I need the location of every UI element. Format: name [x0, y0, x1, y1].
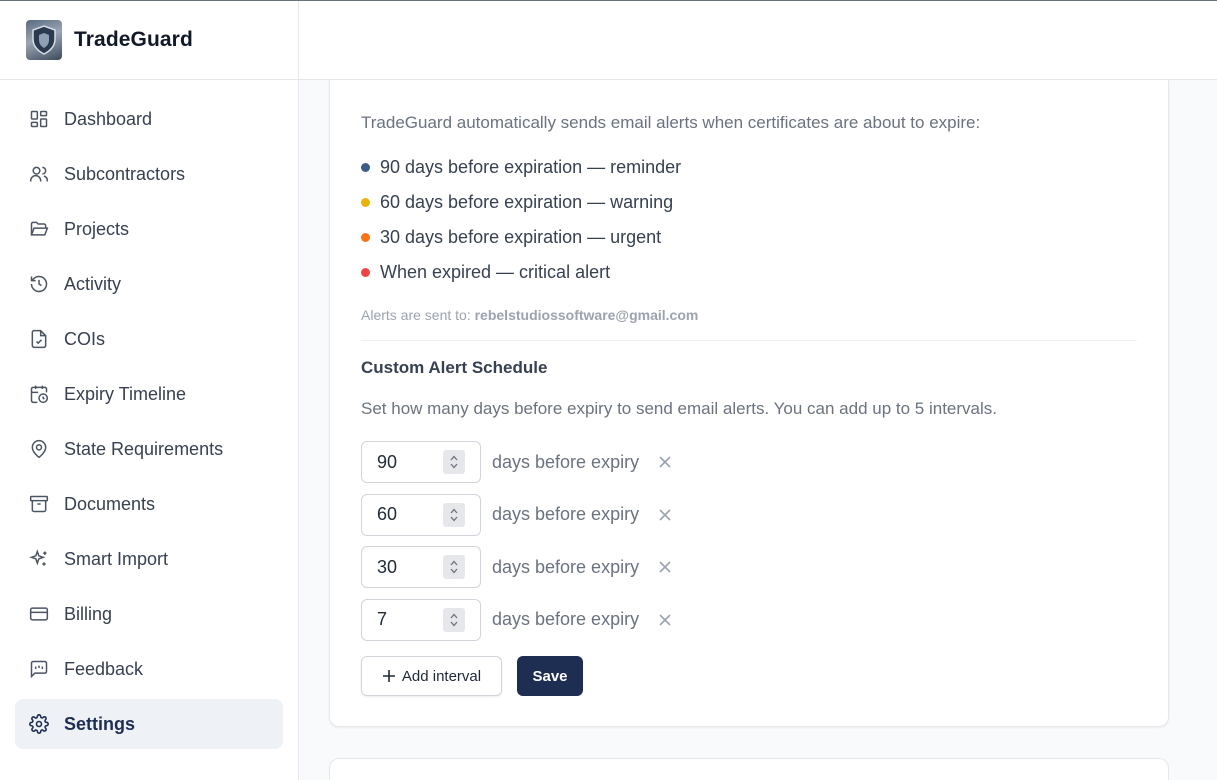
days-value: 30 — [377, 556, 398, 577]
sidebar-item-label: Smart Import — [64, 548, 169, 569]
alert-level-text: 30 days before expiration — urgent — [380, 227, 662, 247]
gear-icon — [29, 714, 49, 734]
alert-level-text: When expired — critical alert — [380, 262, 611, 282]
sidebar-item-expiry-timeline[interactable]: Expiry Timeline — [15, 369, 283, 419]
days-value: 90 — [377, 451, 398, 472]
days-value: 60 — [377, 504, 398, 525]
remove-interval-close-icon[interactable] — [657, 612, 673, 628]
add-interval-button[interactable]: Add interval — [361, 656, 502, 696]
list-item: 30 days before expiration — urgent — [361, 220, 681, 255]
sidebar-item-activity[interactable]: Activity — [15, 259, 283, 309]
list-item: When expired — critical alert — [361, 255, 681, 290]
sidebar-item-label: Settings — [64, 713, 136, 734]
sidebar-item-label: Dashboard — [64, 108, 153, 129]
remove-interval-close-icon[interactable] — [657, 507, 673, 523]
alert-levels-list: 90 days before expiration — reminder 60 … — [361, 150, 681, 290]
interval-row: 30 days before expiry — [361, 541, 673, 594]
interval-row: 60 days before expiry — [361, 489, 673, 542]
sidebar: TradeGuard Dashboard Subcontractors Proj… — [0, 1, 299, 780]
alert-level-text: 60 days before expiration — warning — [380, 192, 674, 212]
days-number-input[interactable]: 90 — [361, 441, 481, 484]
sidebar-item-documents[interactable]: Documents — [15, 479, 283, 529]
section-title: Custom Alert Schedule — [361, 358, 548, 377]
sidebar-item-subcontractors[interactable]: Subcontractors — [15, 149, 283, 199]
sidebar-item-dashboard[interactable]: Dashboard — [15, 94, 283, 144]
sidebar-item-label: Documents — [64, 493, 156, 514]
sidebar-item-settings[interactable]: Settings — [15, 699, 283, 749]
interval-unit-label: days before expiry — [492, 556, 640, 577]
next-settings-card — [329, 758, 1169, 780]
sidebar-item-billing[interactable]: Billing — [15, 589, 283, 639]
sidebar-item-label: Projects — [64, 218, 130, 239]
app-name: TradeGuard — [74, 28, 193, 51]
days-number-input[interactable]: 7 — [361, 598, 481, 641]
sidebar-item-label: Feedback — [64, 658, 144, 679]
message-square-icon — [29, 659, 49, 679]
sidebar-item-projects[interactable]: Projects — [15, 204, 283, 254]
section-description: Set how many days before expiry to send … — [361, 399, 997, 418]
plus-icon — [382, 669, 396, 683]
days-value: 7 — [377, 609, 388, 630]
list-item: 60 days before expiration — warning — [361, 185, 681, 220]
calendar-clock-icon — [29, 384, 49, 404]
sidebar-item-label: COIs — [64, 328, 106, 349]
remove-interval-close-icon[interactable] — [657, 454, 673, 470]
interval-unit-label: days before expiry — [492, 609, 640, 630]
alerts-recipient: Alerts are sent to: rebelstudiossoftware… — [361, 307, 698, 323]
list-item: 90 days before expiration — reminder — [361, 150, 681, 185]
folder-open-icon — [29, 219, 49, 239]
sidebar-nav: Dashboard Subcontractors Projects Activi… — [0, 80, 298, 749]
remove-interval-close-icon[interactable] — [657, 559, 673, 575]
sidebar-item-cois[interactable]: COIs — [15, 314, 283, 364]
stepper-icon[interactable] — [443, 555, 465, 580]
schedule-actions: Add interval Save — [361, 656, 583, 696]
interval-row: 90 days before expiry — [361, 436, 673, 489]
brand[interactable]: TradeGuard — [0, 1, 298, 80]
archive-icon — [29, 494, 49, 514]
add-interval-label: Add interval — [401, 667, 482, 685]
sidebar-item-label: Subcontractors — [64, 163, 186, 184]
divider — [361, 340, 1137, 341]
dashboard-icon — [29, 109, 49, 129]
interval-list: 90 days before expiry 60 days before exp… — [361, 436, 673, 646]
critical-dot-icon — [361, 268, 370, 277]
alerts-recipient-label: Alerts are sent to: — [361, 307, 471, 323]
email-alerts-card: TradeGuard automatically sends email ale… — [329, 80, 1169, 727]
alerts-intro: TradeGuard automatically sends email ale… — [361, 113, 981, 132]
alert-level-text: 90 days before expiration — reminder — [380, 157, 682, 177]
map-pin-icon — [29, 439, 49, 459]
stepper-icon[interactable] — [443, 502, 465, 527]
shield-logo-icon — [26, 20, 62, 60]
sidebar-item-feedback[interactable]: Feedback — [15, 644, 283, 694]
save-button[interactable]: Save — [517, 656, 583, 696]
sidebar-item-label: Billing — [64, 603, 113, 624]
stepper-icon[interactable] — [443, 607, 465, 632]
interval-unit-label: days before expiry — [492, 504, 640, 525]
stepper-icon[interactable] — [443, 450, 465, 475]
sidebar-item-label: Activity — [64, 273, 122, 294]
top-header — [299, 1, 1217, 80]
interval-row: 7 days before expiry — [361, 594, 673, 647]
warning-dot-icon — [361, 198, 370, 207]
sidebar-item-label: State Requirements — [64, 438, 224, 459]
urgent-dot-icon — [361, 233, 370, 242]
days-number-input[interactable]: 60 — [361, 493, 481, 536]
days-number-input[interactable]: 30 — [361, 546, 481, 589]
users-icon — [29, 164, 49, 184]
sparkles-icon — [29, 549, 49, 569]
file-check-icon — [29, 329, 49, 349]
reminder-dot-icon — [361, 163, 370, 172]
history-icon — [29, 274, 49, 294]
credit-card-icon — [29, 604, 49, 624]
sidebar-item-state-requirements[interactable]: State Requirements — [15, 424, 283, 474]
sidebar-item-smart-import[interactable]: Smart Import — [15, 534, 283, 584]
interval-unit-label: days before expiry — [492, 451, 640, 472]
sidebar-item-label: Expiry Timeline — [64, 383, 187, 404]
alerts-recipient-email: rebelstudiossoftware@gmail.com — [474, 307, 699, 323]
